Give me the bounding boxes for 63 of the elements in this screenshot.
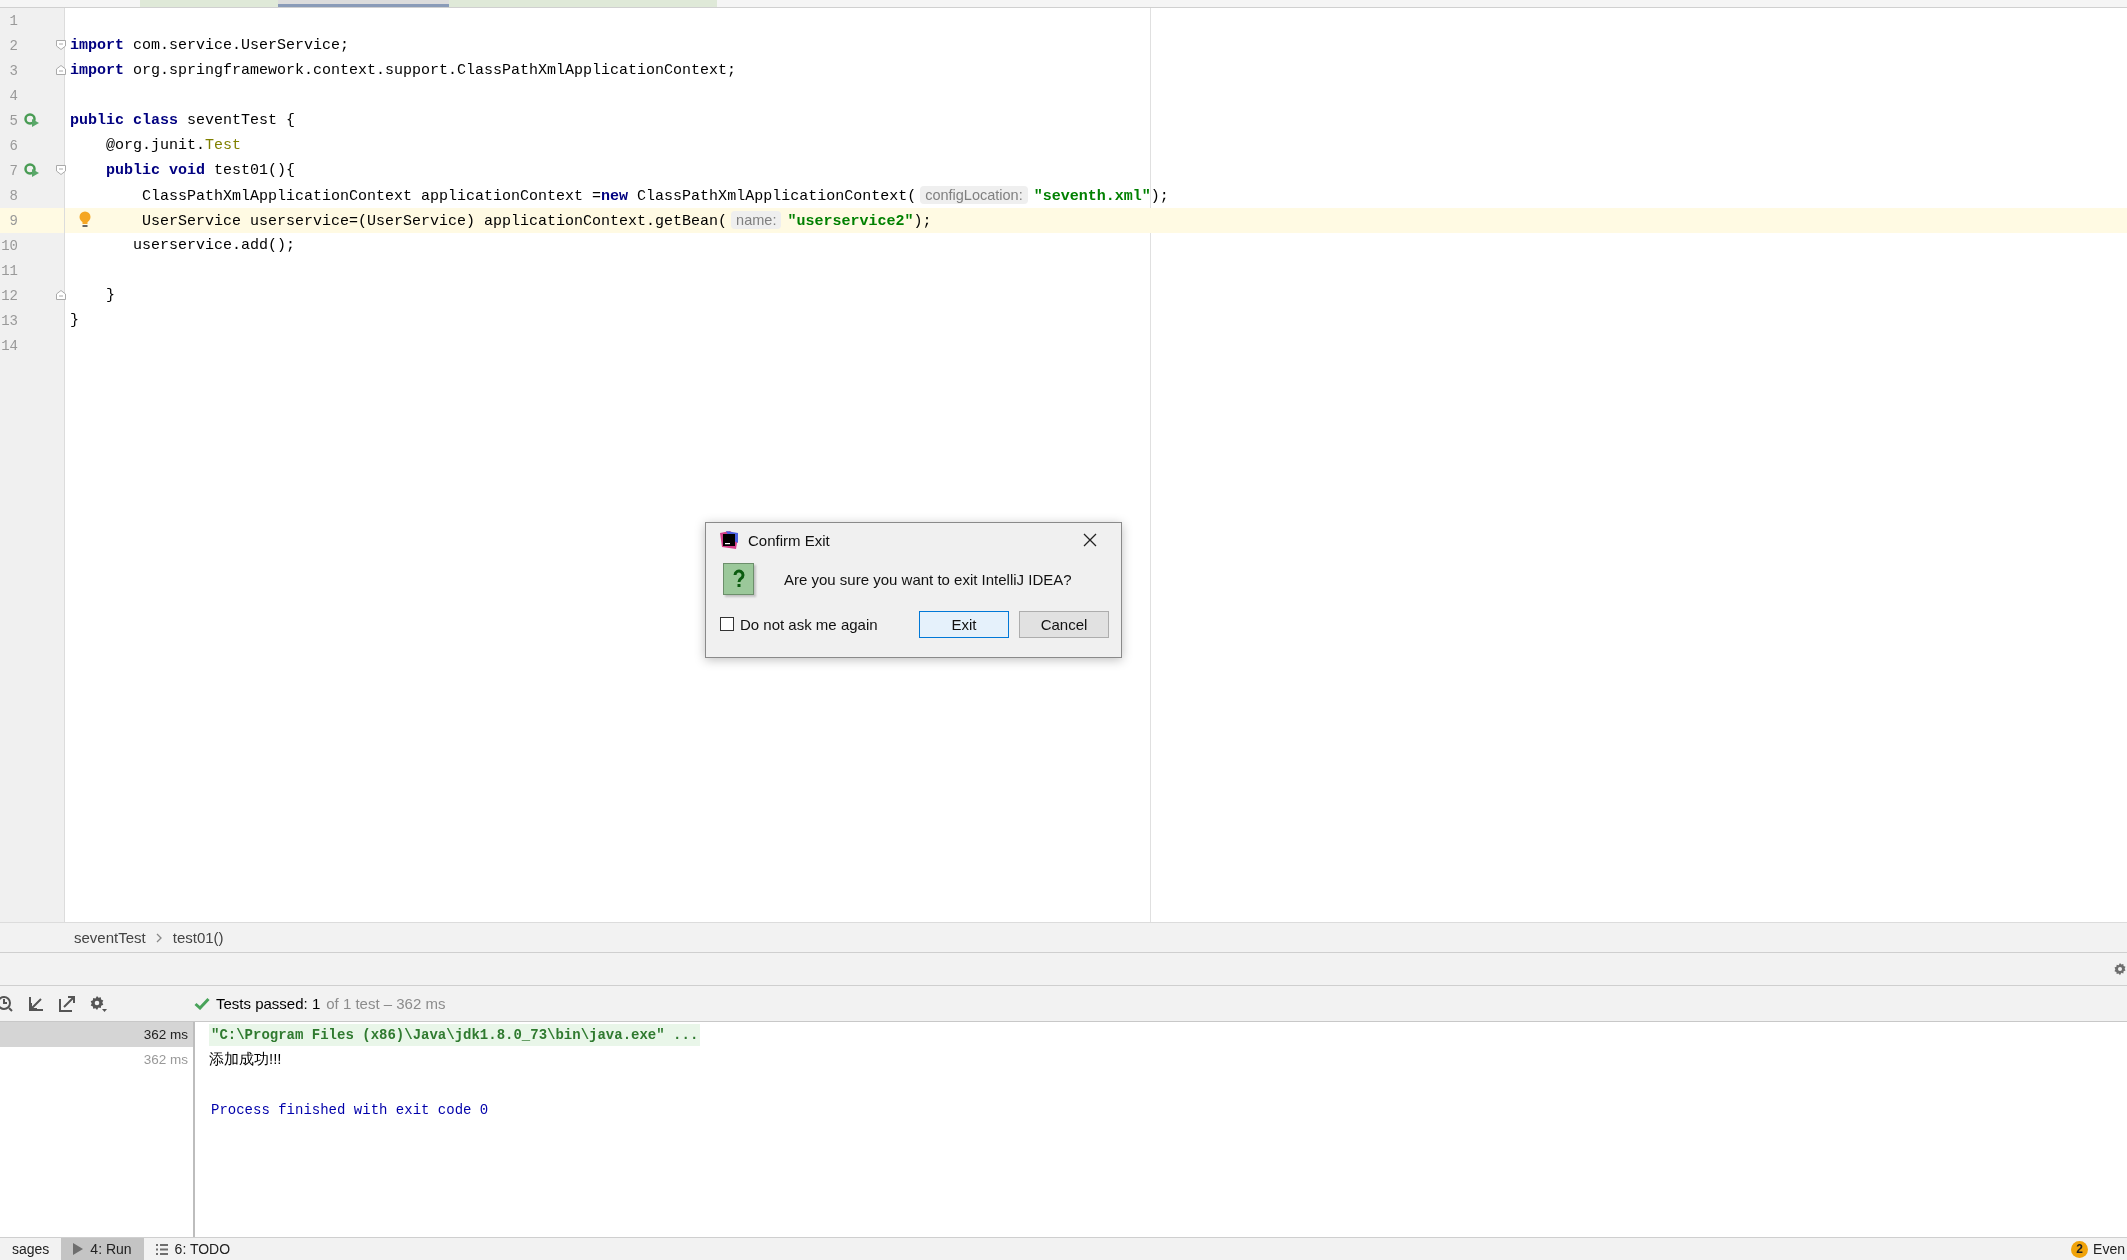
play-icon xyxy=(73,1243,84,1255)
console-exit-message: Process finished with exit code 0 xyxy=(210,1101,489,1118)
dialog-message: Are you sure you want to exit IntelliJ IDEA? xyxy=(784,570,1072,588)
export-icon[interactable] xyxy=(58,994,76,1013)
tool-window-tab[interactable]: sages xyxy=(0,1238,62,1260)
line-number: 14 xyxy=(0,337,18,354)
code-line: } xyxy=(105,287,115,304)
line-number: 12 xyxy=(0,287,18,304)
breadcrumb[interactable]: seventTest xyxy=(74,929,146,946)
console-output: 添加成功!!! xyxy=(209,1050,282,1069)
tool-window-tab[interactable]: 4: Run xyxy=(61,1238,144,1260)
app-logo-icon xyxy=(720,531,738,549)
line-number: 6 xyxy=(8,137,18,154)
settings-icon[interactable] xyxy=(89,994,107,1013)
fold-icon[interactable] xyxy=(56,290,66,300)
lightbulb-icon[interactable] xyxy=(79,211,91,228)
line-number: 9 xyxy=(8,212,18,229)
code-line: import org.springframework.context.support.ClassPathXmlApplicationContext; xyxy=(69,62,737,79)
run-icon[interactable] xyxy=(24,163,40,178)
cancel-button[interactable]: Cancel xyxy=(1019,610,1109,638)
chevron-icon xyxy=(155,932,163,943)
test-summary: Tests passed: 1 xyxy=(216,995,321,1012)
test-row[interactable]: 362 ms xyxy=(0,1022,193,1047)
history-icon[interactable] xyxy=(0,994,14,1013)
line-number: 10 xyxy=(0,237,18,254)
exit-button[interactable]: Exit xyxy=(919,610,1009,638)
checkbox[interactable] xyxy=(720,617,734,631)
breadcrumb[interactable]: test01() xyxy=(172,929,224,946)
code-line: } xyxy=(69,312,79,329)
run-icon[interactable] xyxy=(24,113,40,128)
console-command: "C:\Program Files (x86)\Java\jdk1.8.0_73\bin\java.exe" ... xyxy=(209,1023,701,1046)
dialog-title: Confirm Exit xyxy=(748,531,831,549)
line-number: 1 xyxy=(8,12,18,29)
import-icon[interactable] xyxy=(27,994,45,1013)
code-line: import com.service.UserService; xyxy=(69,37,350,54)
question-icon xyxy=(723,563,754,595)
code-line: @org.junit.Test xyxy=(105,137,242,154)
tool-window-tab[interactable]: 6: TODO xyxy=(143,1238,243,1260)
fold-icon[interactable] xyxy=(56,165,66,175)
code-line: UserService userservice=(UserService) applicationContext.getBean( name: "userservice2"); xyxy=(141,211,932,230)
line-number: 7 xyxy=(8,162,18,179)
event-log-link[interactable]: Even xyxy=(2093,1241,2125,1257)
list-icon xyxy=(155,1243,168,1255)
line-number: 11 xyxy=(0,262,18,279)
line-number: 4 xyxy=(8,87,18,104)
checkbox-label[interactable]: Do not ask me again xyxy=(740,615,878,633)
checkmark-icon xyxy=(194,997,210,1010)
line-number: 13 xyxy=(0,312,18,329)
event-count-badge: 2 xyxy=(2071,1240,2089,1258)
line-number: 3 xyxy=(8,62,18,79)
code-line: userservice.add(); xyxy=(132,237,296,254)
editor-tab[interactable] xyxy=(278,0,449,7)
code-line: public class seventTest { xyxy=(69,112,296,129)
close-button[interactable] xyxy=(1081,531,1099,549)
code-line: public void test01(){ xyxy=(105,162,296,179)
test-detail: of 1 test – 362 ms xyxy=(326,995,446,1012)
line-number: 2 xyxy=(8,37,18,54)
code-line: ClassPathXmlApplicationContext applicationContext =new ClassPathXmlApplicationContext( configLocation: "seventh.xml"); xyxy=(141,186,1169,205)
fold-icon[interactable] xyxy=(56,40,66,50)
line-number: 8 xyxy=(8,187,18,204)
line-number: 5 xyxy=(8,112,18,129)
fold-icon[interactable] xyxy=(56,65,66,75)
settings-icon[interactable] xyxy=(2113,961,2127,977)
